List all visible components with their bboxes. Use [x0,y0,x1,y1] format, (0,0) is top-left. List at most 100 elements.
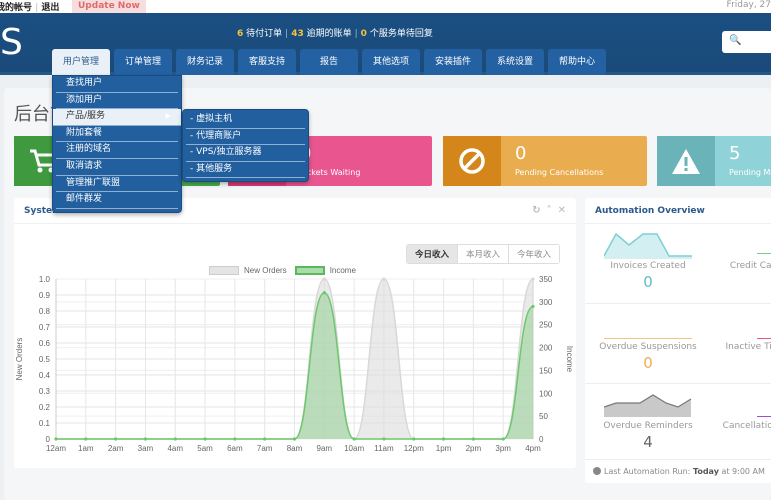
data-point-income [412,437,416,441]
tickets-waiting-label: Tickets Waiting [300,168,361,177]
data-point-income [322,291,326,295]
data-point-income [441,437,446,441]
logout-link[interactable]: 退出 [41,3,59,13]
main-nav: 用户管理 订单管理 财务记录 客服支持 报告 其他选项 安装插件 系统设置 帮助… [52,49,606,75]
data-point-new-orders [143,437,148,441]
logo[interactable]: S [0,25,23,61]
income-orders-chart: 0 0.1 0.2 0.3 0.4 0.5 0.6 0.7 0.8 0.9 1.0 0 50 100 150… [15,275,574,453]
x-tick-label: 4am [167,444,183,453]
tab-help[interactable]: 帮助中心 [548,49,606,75]
credit-captures-label: Credit Card Captures [729,261,771,271]
tab-support[interactable]: 客服支持 [238,49,296,75]
search-input[interactable]: 🔍 [722,31,771,53]
automation-divider [585,383,771,384]
submenu-item-other[interactable]: - 其他服务 [186,162,305,179]
x-tick-label: 1pm [436,444,452,453]
x-tick-label: 8am [287,444,303,453]
y2-tick-label: 300 [539,298,553,307]
y-tick-label: 0.6 [39,339,51,348]
cancellations-line [757,416,771,417]
y-tick-label: 0.4 [39,371,51,380]
tab-reports[interactable]: 报告 [300,49,358,75]
inactive-tickets-label: Inactive Tickets Closed [725,342,771,352]
menu-item-products-services[interactable]: 产品/服务 ▶ [53,109,181,126]
data-point-new-orders [173,437,177,441]
tab-setup[interactable]: 系统设置 [486,49,544,75]
header-stats: 6 待付订单 | 43 逾期的账单 | 0 个服务单待回复 [237,29,433,39]
tickets-label[interactable]: 个服务单待回复 [370,29,433,39]
menu-item-affiliates[interactable]: 管理推广联盟 [56,176,178,193]
menu-item-add-client[interactable]: 添加用户 [56,93,178,110]
x-tick-label: 10am [344,444,364,453]
menu-item-cancellation-requests[interactable]: 取消请求 [56,159,178,176]
menu-item-mass-mail[interactable]: 邮件群发 [56,192,178,209]
data-point-new-orders [352,437,356,441]
tile-module-actions[interactable]: 5 Pending Module Actions [657,136,771,186]
menu-item-label: 产品/服务 [66,111,106,122]
automation-overview-header: Automation Overview [585,198,771,224]
y2-tick-label: 0 [539,435,544,444]
y2-tick-label: 200 [539,344,553,353]
close-icon[interactable]: ✕ [558,205,566,216]
warning-icon [657,136,715,186]
automation-divider [585,303,771,304]
pending-module-value: 5 [729,143,741,164]
data-point-new-orders [233,437,237,441]
overdue-reminders: Overdue Reminders 4 [586,421,710,451]
overdue-suspensions: Overdue Suspensions 0 [586,342,710,372]
last-run-prefix: Last Automation Run: [604,467,691,476]
products-submenu: - 虚拟主机 - 代理商账户 - VPS/独立服务器 - 其他服务 [182,109,309,183]
submenu-item-shared-hosting[interactable]: - 虚拟主机 [186,112,305,129]
data-point-income [84,437,88,441]
tile-cancellations[interactable]: 0 Pending Cancellations [443,136,647,186]
y2-tick-label: 350 [539,275,553,284]
overdue-invoices-count[interactable]: 43 [291,29,304,39]
today-income-button[interactable]: 今日收入 [406,245,457,263]
data-point-income [471,437,475,441]
invoices-created: Invoices Created 0 [586,261,710,291]
pending-orders-label[interactable]: 待付订单 [246,29,282,39]
cancellations-processed: Cancellations Processed [715,421,771,431]
legend-swatch-income [294,266,325,275]
x-tick-label: 5am [197,444,213,453]
invoices-created-label: Invoices Created [610,261,686,271]
y2-tick-label: 150 [539,366,553,375]
y-tick-label: 0.7 [39,323,51,332]
data-point-new-orders [501,437,505,441]
x-tick-label: 11am [374,444,394,453]
pending-module-label: Pending Module Actions [729,168,771,177]
pending-orders-count[interactable]: 6 [237,29,243,39]
pending-cancellations-label: Pending Cancellations [515,168,604,177]
data-point-new-orders [292,437,297,441]
tickets-count[interactable]: 0 [361,29,367,39]
tab-clients[interactable]: 用户管理 [52,49,110,75]
overdue-reminders-value: 4 [643,433,653,451]
menu-item-domains[interactable]: 注册的域名 [56,142,178,159]
month-income-button[interactable]: 本月收入 [456,245,508,263]
search-icon: 🔍 [729,35,742,46]
tab-addons[interactable]: 安装插件 [424,49,482,75]
tab-billing[interactable]: 财务记录 [176,49,234,75]
x-tick-label: 2am [108,444,124,453]
y2-tick-label: 250 [539,321,553,330]
tab-utilities[interactable]: 其他选项 [362,49,420,75]
collapse-icon[interactable]: ˄ [547,205,552,216]
submenu-item-reseller[interactable]: - 代理商账户 [186,129,305,146]
update-now-button[interactable]: Update Now [72,0,146,13]
check-circle-icon [593,467,601,475]
overdue-suspensions-line [604,338,692,339]
data-point-new-orders [203,437,207,441]
overdue-invoices-label[interactable]: 逾期的账单 [307,29,352,39]
year-income-button[interactable]: 今年收入 [507,245,559,263]
ban-icon [443,136,501,186]
refresh-icon[interactable]: ↻ [532,205,540,216]
overdue-suspensions-label: Overdue Suspensions [599,342,697,352]
tab-orders[interactable]: 订单管理 [114,49,172,75]
menu-item-addons[interactable]: 附加套餐 [56,126,178,143]
cancellations-processed-label: Cancellations Processed [722,421,771,431]
separator: | [35,3,39,13]
submenu-item-vps[interactable]: - VPS/独立服务器 [186,145,305,162]
menu-item-find-client[interactable]: 查找用户 [56,76,178,93]
my-account-link[interactable]: 我的帐号 [0,3,32,13]
series-line-income [56,291,534,440]
